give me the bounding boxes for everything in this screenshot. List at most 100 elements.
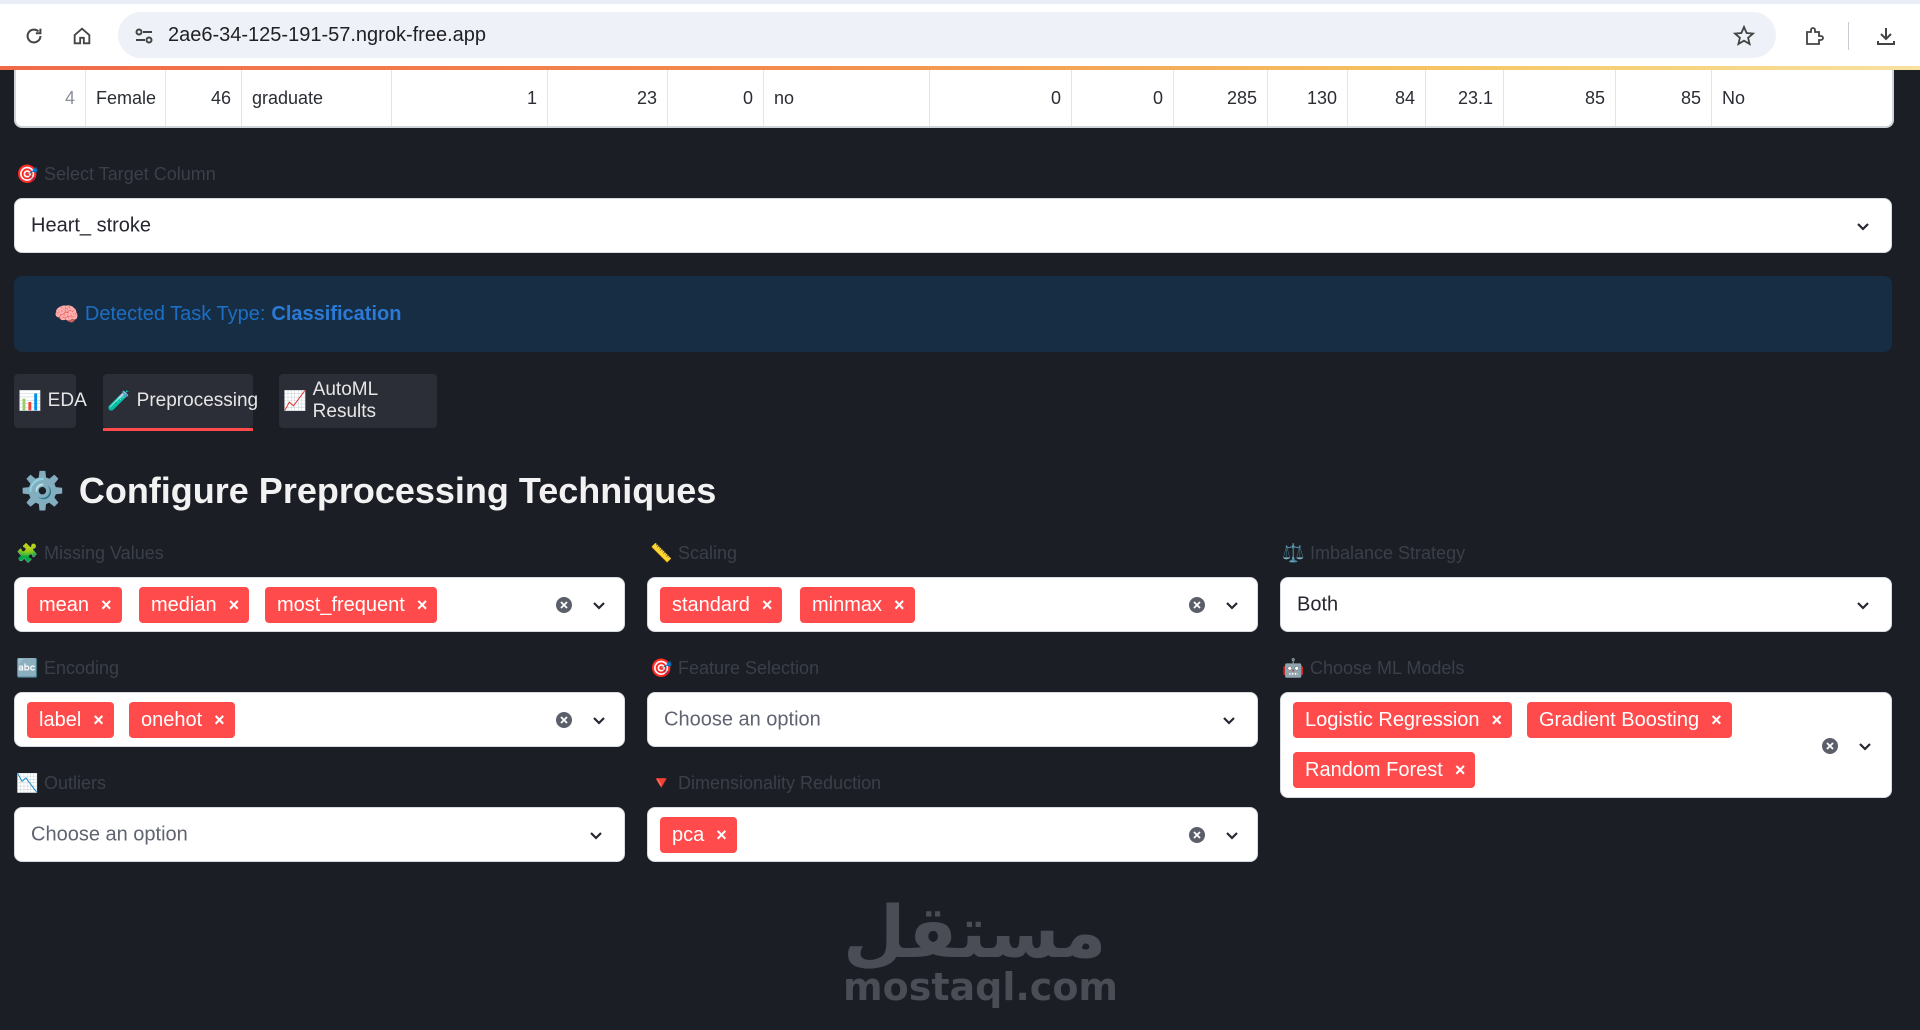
remove-tag-icon[interactable]: × (1492, 710, 1503, 731)
chevron-down-icon (1857, 602, 1869, 610)
tag-mean: mean × (27, 587, 122, 623)
target-icon: 🎯 (650, 658, 673, 678)
dimensionality-reduction-multiselect[interactable]: pca × (647, 807, 1258, 862)
target-icon: 🎯 (16, 164, 39, 184)
home-button[interactable] (64, 18, 100, 54)
remove-tag-icon[interactable]: × (894, 595, 905, 616)
remove-tag-icon[interactable]: × (716, 825, 727, 846)
table-cell: 23 (548, 70, 668, 126)
clear-all-icon[interactable] (554, 595, 574, 615)
scaling-multiselect[interactable]: standard × minmax × (647, 577, 1258, 632)
watermark-latin: mostaql.com (843, 965, 1119, 1009)
clear-all-icon[interactable] (1187, 825, 1207, 845)
table-cell: graduate (242, 70, 392, 126)
chevron-down-icon[interactable] (589, 710, 609, 730)
target-column-label: 🎯 Select Target Column (16, 164, 216, 184)
feature-selection-placeholder: Choose an option (664, 708, 821, 730)
missing-values-multiselect[interactable]: mean × median × most_frequent × (14, 577, 625, 632)
encoding-label: 🔤 Encoding (16, 658, 120, 678)
outliers-label: 📉 Outliers (16, 773, 107, 793)
chevron-down-icon (1857, 223, 1869, 231)
table-cell: No (1722, 87, 1746, 108)
task-type-alert: 🧠 Detected Task Type: Classification (14, 276, 1892, 352)
tag-pca: pca × (660, 817, 737, 853)
table-cell: 85 (1616, 70, 1712, 126)
tag-median: median × (139, 587, 250, 623)
remove-tag-icon[interactable]: × (93, 710, 104, 731)
table-cell: 46 (166, 70, 242, 126)
chevron-down-icon[interactable] (1222, 825, 1242, 845)
site-settings-icon[interactable] (132, 24, 156, 48)
table-cell: 0 (668, 70, 764, 126)
task-type-value: Classification (271, 303, 402, 325)
outliers-multiselect[interactable]: Choose an option (14, 807, 625, 862)
feature-selection-multiselect[interactable]: Choose an option (647, 692, 1258, 747)
feature-selection-label: 🎯 Feature Selection (650, 658, 820, 678)
remove-tag-icon[interactable]: × (417, 595, 428, 616)
table-cell: 0 (1072, 70, 1174, 126)
chevron-down-icon[interactable] (1855, 736, 1875, 756)
puzzle-piece-icon (1806, 27, 1824, 45)
tab-preprocessing[interactable]: 🧪 Preprocessing (103, 374, 258, 428)
table-cell: no (764, 70, 930, 126)
page-title: ⚙️ Configure Preprocessing Techniques (20, 470, 717, 511)
extensions-button[interactable] (1796, 18, 1832, 54)
brush-icon: 🧪 (107, 391, 131, 412)
chevron-down-icon (1223, 717, 1235, 725)
ml-models-label: 🤖 Choose ML Models (1282, 658, 1465, 678)
download-icon (1877, 28, 1895, 45)
remove-tag-icon[interactable]: × (762, 595, 773, 616)
robot-icon: 🤖 (1282, 658, 1305, 678)
downloads-button[interactable] (1868, 18, 1904, 54)
bookmark-button[interactable] (1726, 18, 1762, 54)
tag-most-frequent: most_frequent × (265, 587, 438, 623)
bar-chart-icon: 📊 (18, 391, 42, 412)
url-text[interactable]: 2ae6-34-125-191-57.ngrok-free.app (168, 24, 486, 47)
gear-icon: ⚙️ (20, 470, 65, 511)
ml-models-multiselect[interactable]: Logistic Regression × Gradient Boosting × … (1280, 692, 1892, 798)
imbalance-strategy-select[interactable]: Both (1280, 577, 1892, 632)
task-type-prefix: Detected Task Type: (84, 303, 266, 325)
reload-button[interactable] (16, 18, 52, 54)
target-column-value: Heart_ stroke (31, 214, 152, 236)
dataframe-table[interactable]: 4 Female 46 graduate 1 23 0 no 0 0 285 1… (14, 70, 1894, 128)
toolbar-divider (1848, 22, 1849, 50)
dimensionality-reduction-label: 🔻 Dimensionality Reduction (650, 773, 882, 793)
outliers-placeholder: Choose an option (31, 823, 188, 845)
table-cell: 285 (1174, 70, 1268, 126)
watermark-arabic: مستقل (843, 890, 1107, 974)
target-column-select[interactable]: Heart_ stroke (14, 198, 1892, 253)
table-cell: 1 (392, 70, 548, 126)
line-chart-icon: 📈 (283, 391, 307, 412)
ruler-icon: 📏 (650, 543, 673, 563)
clear-all-icon[interactable] (1820, 736, 1840, 756)
clear-all-icon[interactable] (554, 710, 574, 730)
imbalance-strategy-value: Both (1297, 593, 1339, 615)
reload-icon (26, 28, 42, 44)
remove-tag-icon[interactable]: × (101, 595, 112, 616)
triangle-down-icon: 🔻 (650, 773, 673, 793)
table-cell: Female (86, 70, 166, 126)
scales-icon: ⚖️ (1282, 543, 1305, 563)
chevron-down-icon[interactable] (1222, 595, 1242, 615)
tag-label: label × (27, 702, 114, 738)
tag-onehot: onehot × (129, 702, 235, 738)
abc-icon: 🔤 (16, 658, 39, 678)
tag-logistic-regression: Logistic Regression × (1293, 702, 1513, 738)
chevron-down-icon[interactable] (589, 595, 609, 615)
table-cell: 0 (930, 70, 1072, 126)
remove-tag-icon[interactable]: × (229, 595, 240, 616)
encoding-multiselect[interactable]: label × onehot × (14, 692, 625, 747)
tab-eda[interactable]: 📊 EDA (14, 374, 87, 428)
tab-automl-results[interactable]: 📈 AutoML Results (279, 374, 437, 428)
clear-all-icon[interactable] (1187, 595, 1207, 615)
remove-tag-icon[interactable]: × (1711, 710, 1722, 731)
brain-icon: 🧠 (54, 304, 79, 326)
table-cell: 23.1 (1426, 70, 1504, 126)
tag-standard: standard × (660, 587, 783, 623)
tag-random-forest: Random Forest × (1293, 752, 1476, 788)
table-cell: 4 (16, 70, 86, 126)
chevron-down-icon (590, 832, 602, 840)
remove-tag-icon[interactable]: × (214, 710, 225, 731)
remove-tag-icon[interactable]: × (1455, 760, 1466, 781)
